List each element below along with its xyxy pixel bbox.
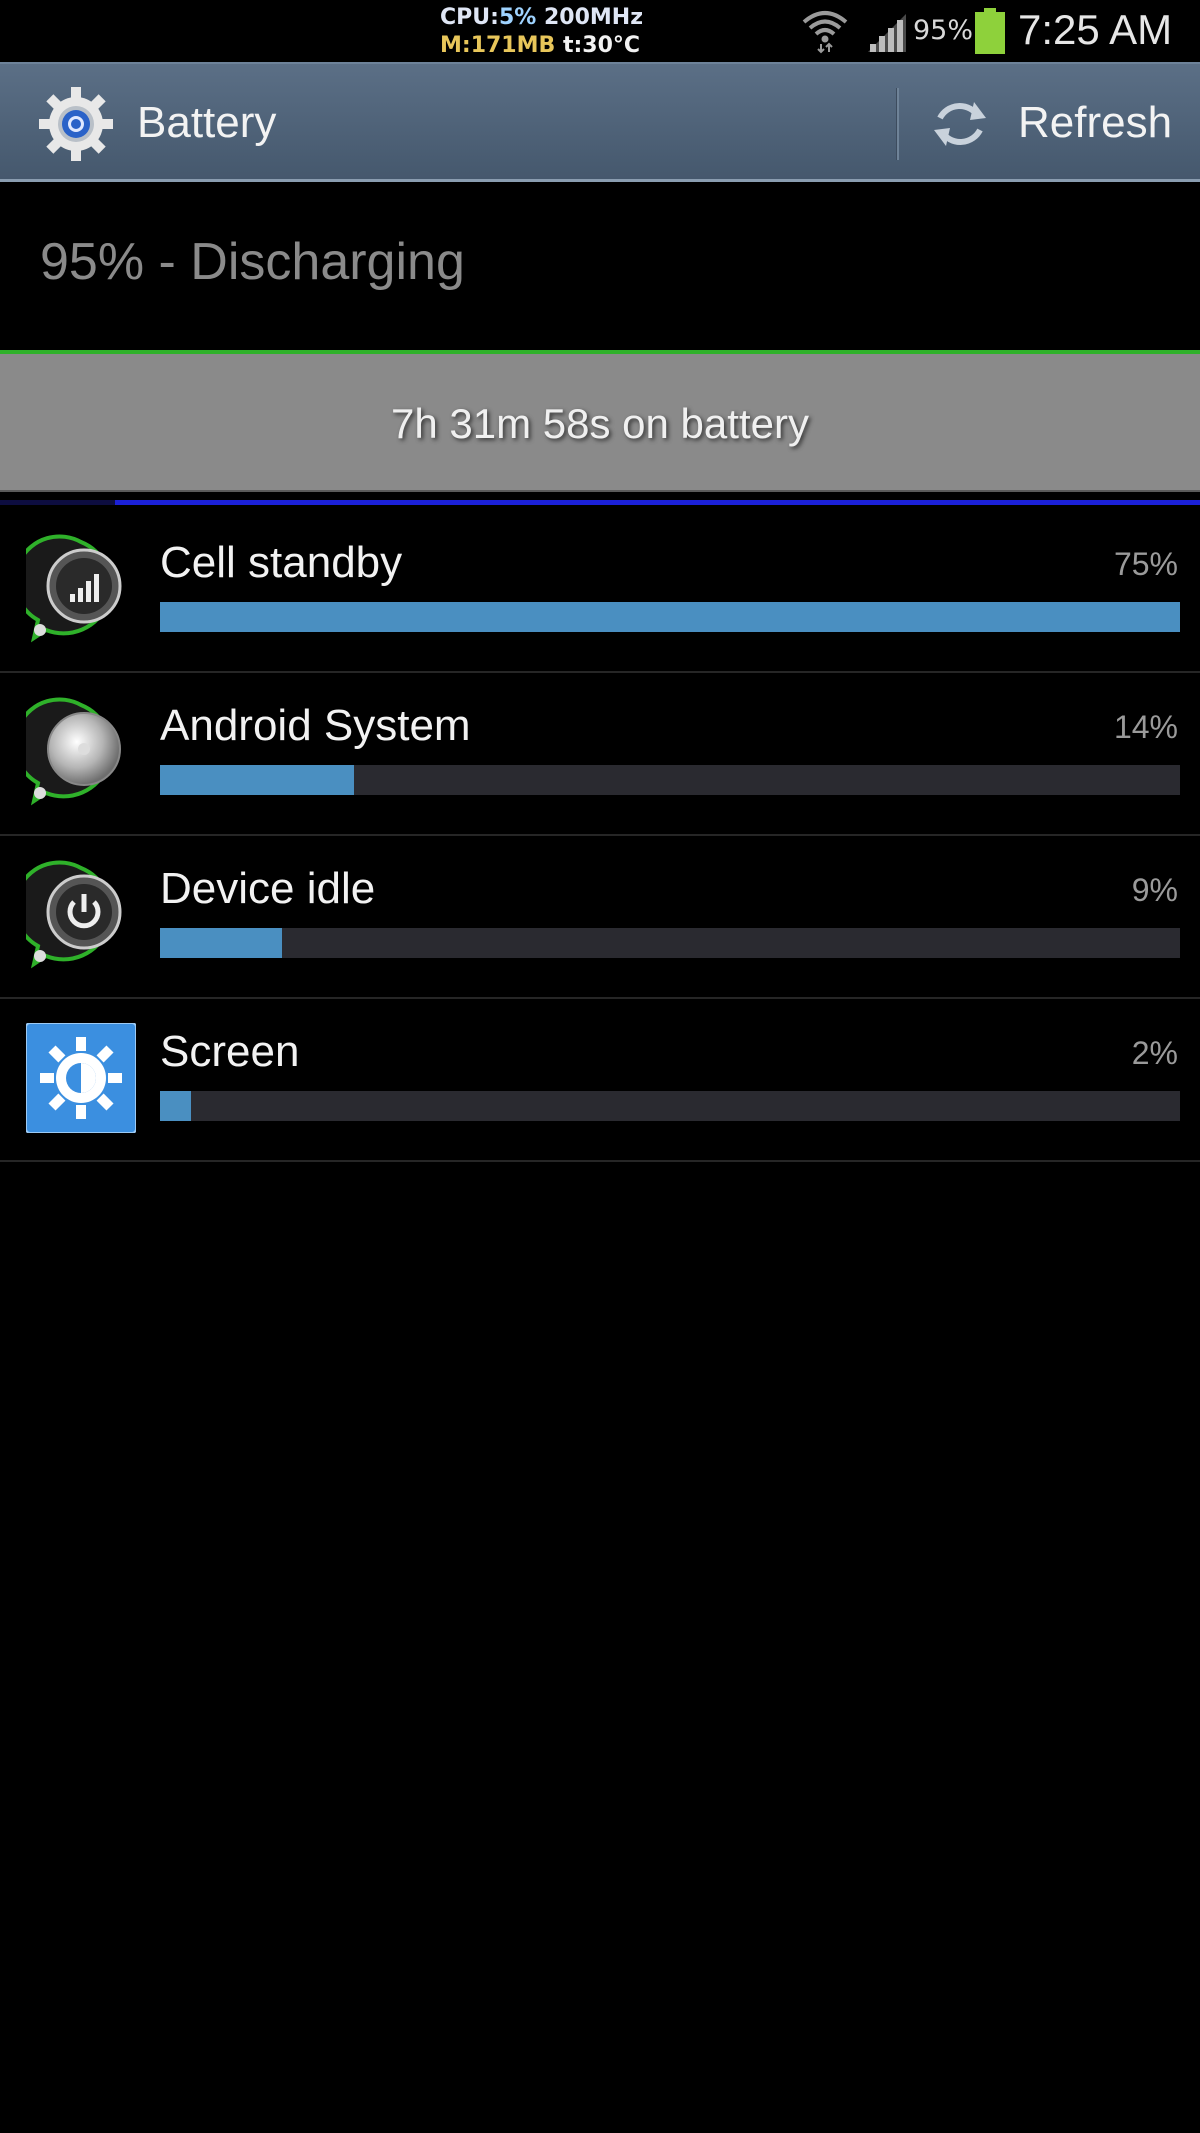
battery-icon [975,8,1005,54]
usage-item-name: Device idle [160,864,376,913]
screen-brightness-icon [26,1023,136,1133]
usage-item-percent: 75% [1113,546,1178,582]
usage-item-name: Android System [160,701,471,750]
battery-percent: 95% [913,15,974,46]
cpu-value: 5% [498,5,537,30]
cell-standby-icon [26,534,122,643]
action-bar: Battery Refresh [0,62,1200,182]
usage-bar-track [160,765,1180,795]
usage-item-device-idle[interactable]: Device idle 9% [0,836,1200,999]
refresh-icon [934,102,986,146]
wifi-icon [802,11,848,54]
graph-blue-line [115,500,1200,505]
usage-bar-fill [160,602,1180,632]
graph-blue-start [0,500,115,505]
usage-item-name: Screen [160,1027,300,1076]
time-on-battery: 7h 31m 58s on battery [391,400,809,447]
usage-bar-fill [160,928,283,958]
usage-bar-fill [160,1091,191,1121]
usage-list: Cell standby 75% Android System 14% Devi… [0,510,1200,1162]
usage-item-name: Cell standby [160,538,403,587]
page-title: Battery [137,98,277,147]
device-idle-icon [26,860,122,969]
cpu-frequency: 200MHz [543,5,644,30]
usage-bar-track [160,1091,1180,1121]
settings-gear-icon[interactable] [36,84,116,164]
usage-bar-track [160,602,1180,632]
usage-item-screen[interactable]: Screen 2% [0,999,1200,1162]
usage-item-android-system[interactable]: Android System 14% [0,673,1200,836]
cpu-monitor-overlay: CPU:5% 200MHz M:171MB t:30°C [440,4,750,67]
usage-item-cell-standby[interactable]: Cell standby 75% [0,510,1200,673]
usage-bar-track [160,928,1180,958]
refresh-button[interactable]: Refresh [920,64,1200,180]
cpu-label: CPU: [440,5,499,30]
usage-item-percent: 2% [1131,1035,1178,1071]
android-system-icon [26,697,121,806]
battery-status-text: 95% - Discharging [40,233,465,291]
usage-bar-fill [160,765,354,795]
memory-usage: M:171MB [440,33,556,58]
usage-item-percent: 9% [1131,872,1178,908]
status-bar: CPU:5% 200MHz M:171MB t:30°C 95% 7:25 AM [0,0,1200,67]
action-divider [896,88,899,160]
usage-item-percent: 14% [1113,709,1178,745]
signal-icon [868,14,906,52]
refresh-label: Refresh [1018,98,1173,147]
clock: 7:25 AM [1018,6,1173,53]
temperature: t:30°C [562,33,641,58]
